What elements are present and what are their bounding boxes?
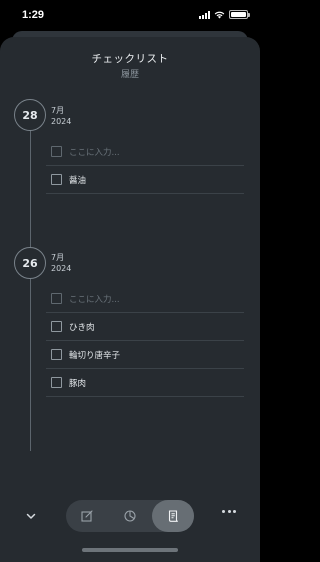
more-options-icon[interactable] — [222, 510, 236, 513]
new-item-input[interactable]: ここに入力... — [46, 285, 244, 313]
checkbox[interactable] — [51, 321, 62, 332]
page-title: チェックリスト — [91, 53, 169, 65]
page-subtitle: 履歴 — [120, 70, 139, 80]
list-item[interactable]: 輪切り唐辛子 — [46, 341, 244, 369]
history-scroll-icon — [168, 510, 178, 522]
checkbox[interactable] — [51, 146, 62, 157]
year-label: 2024 — [51, 117, 72, 126]
day-badge: 28 — [14, 99, 46, 131]
checkbox[interactable] — [51, 377, 62, 388]
timeline-line — [30, 115, 31, 451]
list-item[interactable]: ひき肉 — [46, 313, 244, 341]
battery-icon — [229, 10, 250, 19]
tab-chart[interactable] — [109, 500, 151, 532]
new-item-input[interactable]: ここに入力... — [46, 138, 244, 166]
signal-icon — [199, 10, 210, 19]
status-time: 1:29 — [22, 9, 45, 21]
checkbox[interactable] — [51, 174, 62, 185]
day-badge: 26 — [14, 247, 46, 279]
input-placeholder: ここに入力... — [69, 294, 120, 305]
month-label: 7月 — [51, 253, 65, 262]
list-item[interactable]: 豚肉 — [46, 369, 244, 397]
bottom-toolbar — [0, 498, 260, 538]
edit-icon — [81, 510, 93, 522]
tab-history[interactable] — [152, 500, 194, 532]
status-icons — [199, 10, 250, 19]
year-label: 2024 — [51, 264, 72, 273]
item-label: 輪切り唐辛子 — [69, 350, 121, 361]
home-indicator — [82, 548, 178, 552]
checkbox[interactable] — [51, 349, 62, 360]
pie-chart-icon — [124, 510, 136, 522]
history-sheet: チェックリスト 履歴 28 7月 2024 ここに入力... 醤油 26 7月 … — [0, 37, 260, 562]
item-label: 醤油 — [69, 175, 87, 186]
status-bar: 1:29 — [0, 0, 260, 30]
date-label: 7月 2024 — [51, 105, 71, 127]
view-switcher — [66, 500, 194, 532]
input-placeholder: ここに入力... — [69, 147, 120, 158]
item-label: ひき肉 — [69, 322, 95, 333]
item-label: 豚肉 — [69, 378, 87, 389]
chevron-down-icon[interactable] — [25, 510, 37, 522]
tab-edit[interactable] — [66, 500, 108, 532]
list-item[interactable]: 醤油 — [46, 166, 244, 194]
month-label: 7月 — [51, 106, 65, 115]
checkbox[interactable] — [51, 293, 62, 304]
date-label: 7月 2024 — [51, 252, 71, 274]
wifi-icon — [214, 11, 225, 19]
